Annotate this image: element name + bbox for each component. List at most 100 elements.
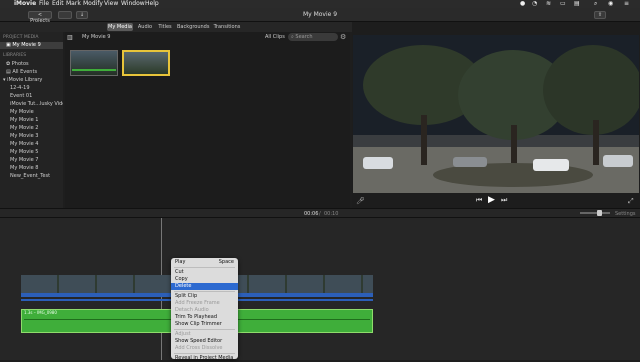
- context-menu-item-trim-to-playhead[interactable]: Trim To Playhead: [171, 314, 238, 321]
- menu-item-label: Adjust: [175, 331, 191, 337]
- context-menu-item-adjust: Adjust: [171, 331, 238, 338]
- context-menu: Play Space Cut Copy Delete Split Clip Add Free…: [171, 258, 238, 362]
- sidebar-item-photos[interactable]: ✿ Photos: [0, 61, 63, 68]
- sidebar-item-event[interactable]: Event 01: [0, 93, 63, 100]
- menu-item-label: Split Clip: [175, 293, 198, 299]
- context-menu-item-show-speed-editor[interactable]: Show Speed Editor: [171, 338, 238, 345]
- microphone-icon[interactable]: 🎤︎: [356, 197, 365, 205]
- menu-item-label: Trim To Playhead: [175, 314, 217, 320]
- libraries-header: LIBRARIES: [3, 53, 27, 58]
- current-time: 00:06: [304, 211, 319, 217]
- context-menu-item-show-clip-trimmer[interactable]: Show Clip Trimmer: [171, 321, 238, 328]
- zoom-slider-thumb[interactable]: [597, 210, 602, 216]
- context-menu-item-split-clip[interactable]: Split Clip: [171, 293, 238, 300]
- play-button[interactable]: ▶: [488, 195, 495, 205]
- menu-view[interactable]: View: [104, 0, 118, 8]
- search-field[interactable]: ⌕ Search: [288, 33, 338, 41]
- menu-item-label: Add Cross Dissolve: [175, 345, 223, 351]
- video-frame-image: [353, 35, 639, 193]
- tab-my-media[interactable]: My Media: [107, 23, 133, 31]
- menu-item-label: Reveal in Project Media: [175, 355, 234, 361]
- search-placeholder: Search: [295, 34, 313, 40]
- menu-item-label: Detach Audio: [175, 307, 209, 313]
- search-icon[interactable]: ⌕: [594, 0, 597, 8]
- time-separator: /: [319, 211, 321, 217]
- wifi-icon[interactable]: ≋: [546, 0, 551, 8]
- audio-waveform: [72, 69, 116, 71]
- tab-backgrounds[interactable]: Backgrounds: [177, 23, 209, 31]
- sidebar-item-project[interactable]: ▣ My Movie 9: [0, 42, 63, 49]
- context-menu-item-play[interactable]: Play Space: [171, 259, 238, 266]
- menu-file[interactable]: File: [39, 0, 49, 8]
- control-center-icon[interactable]: ≡: [624, 0, 629, 8]
- sidebar-item-event[interactable]: My Movie 8: [0, 165, 63, 172]
- media-clip-thumbnail-selected[interactable]: [122, 50, 170, 76]
- menu-help[interactable]: Help: [145, 0, 159, 8]
- menu-item-label: Show Speed Editor: [175, 338, 223, 344]
- context-menu-item-detach-audio: Detach Audio: [171, 307, 238, 314]
- sidebar-item-event[interactable]: My Movie 5: [0, 149, 63, 156]
- menu-item-label: Play: [175, 259, 186, 265]
- menu-item-label: Cut: [175, 269, 184, 275]
- menu-mark[interactable]: Mark: [66, 0, 81, 8]
- status-icon[interactable]: ◔: [532, 0, 537, 8]
- menu-edit[interactable]: Edit: [52, 0, 64, 8]
- media-clip-thumbnail[interactable]: [70, 50, 118, 76]
- sidebar-item-event[interactable]: New_Event_Test: [0, 173, 63, 180]
- settings-button[interactable]: Settings: [615, 211, 636, 217]
- menu-item-shortcut: Space: [218, 259, 234, 265]
- context-menu-item-copy[interactable]: Copy: [171, 276, 238, 283]
- skip-forward-icon[interactable]: ⏭︎: [501, 196, 507, 205]
- tab-audio[interactable]: Audio: [136, 23, 154, 31]
- sidebar-item-all-events[interactable]: ▤ All Events: [0, 69, 63, 76]
- context-menu-item-delete[interactable]: Delete: [171, 283, 238, 290]
- battery-icon[interactable]: ▭: [560, 0, 566, 8]
- sidebar-item-event[interactable]: My Movie 7: [0, 157, 63, 164]
- context-menu-item-reveal-in-project-media[interactable]: Reveal in Project Media: [171, 355, 238, 362]
- menu-separator: [174, 267, 235, 268]
- menu-window[interactable]: Window: [121, 0, 145, 8]
- viewer: 🎤︎ ⏮︎ ▶ ⏭︎ ⤢: [352, 22, 640, 208]
- zoom-slider[interactable]: [580, 210, 610, 216]
- sidebar-item-label: My Movie 9: [12, 42, 41, 48]
- context-menu-item-cut[interactable]: Cut: [171, 269, 238, 276]
- project-media-header: PROJECT MEDIA: [3, 35, 39, 40]
- sidebar-item-event[interactable]: My Movie 3: [0, 133, 63, 140]
- sidebar-item-event[interactable]: 12-4-19: [0, 85, 63, 92]
- sidebar-toggle-icon[interactable]: ▥: [67, 34, 73, 41]
- sidebar: PROJECT MEDIA ▣ My Movie 9 LIBRARIES ✿ P…: [0, 32, 63, 208]
- search-icon: ⌕: [291, 34, 294, 40]
- sidebar-item-event[interactable]: My Movie 4: [0, 141, 63, 148]
- user-icon[interactable]: ◉: [608, 0, 613, 8]
- toolbar: < Projects ↓ My Movie 9 ⇪: [0, 8, 640, 24]
- menu-separator: [174, 353, 235, 354]
- sidebar-item-event[interactable]: My Movie 2: [0, 125, 63, 132]
- window-title: My Movie 9: [302, 11, 338, 18]
- sidebar-item-event[interactable]: iMovie Tut...lusky Video: [0, 101, 63, 108]
- menu-separator: [174, 291, 235, 292]
- status-record-icon[interactable]: ●: [520, 0, 525, 8]
- sidebar-item-event[interactable]: My Movie: [0, 109, 63, 116]
- menu-item-label: Copy: [175, 276, 188, 282]
- menu-modify[interactable]: Modify: [83, 0, 103, 8]
- browser-heading: My Movie 9: [82, 34, 111, 40]
- sidebar-item-label: Photos: [11, 61, 29, 67]
- skip-back-icon[interactable]: ⏮︎: [476, 196, 482, 205]
- projects-button[interactable]: < Projects: [28, 11, 52, 24]
- library-toggle-button[interactable]: [58, 11, 72, 19]
- tab-transitions[interactable]: Transitions: [212, 23, 242, 31]
- video-preview[interactable]: [353, 35, 639, 193]
- sidebar-item-label: iMovie Library: [7, 77, 43, 83]
- import-button[interactable]: ↓: [76, 11, 88, 19]
- gear-icon[interactable]: ⚙: [340, 33, 346, 41]
- clips-filter-select[interactable]: All Clips: [265, 34, 285, 40]
- sidebar-item-library[interactable]: ▾ iMovie Library: [0, 77, 63, 84]
- menu-extra-icon[interactable]: ▤: [574, 0, 580, 8]
- media-browser: ▥ My Movie 9 All Clips ⌕ Search ⚙: [65, 32, 350, 208]
- tab-titles[interactable]: Titles: [156, 23, 174, 31]
- menu-app[interactable]: iMovie: [14, 0, 36, 8]
- share-button[interactable]: ⇪: [594, 11, 606, 19]
- total-time: 00:10: [324, 211, 339, 217]
- fullscreen-icon[interactable]: ⤢: [628, 197, 634, 206]
- sidebar-item-event[interactable]: My Movie 1: [0, 117, 63, 124]
